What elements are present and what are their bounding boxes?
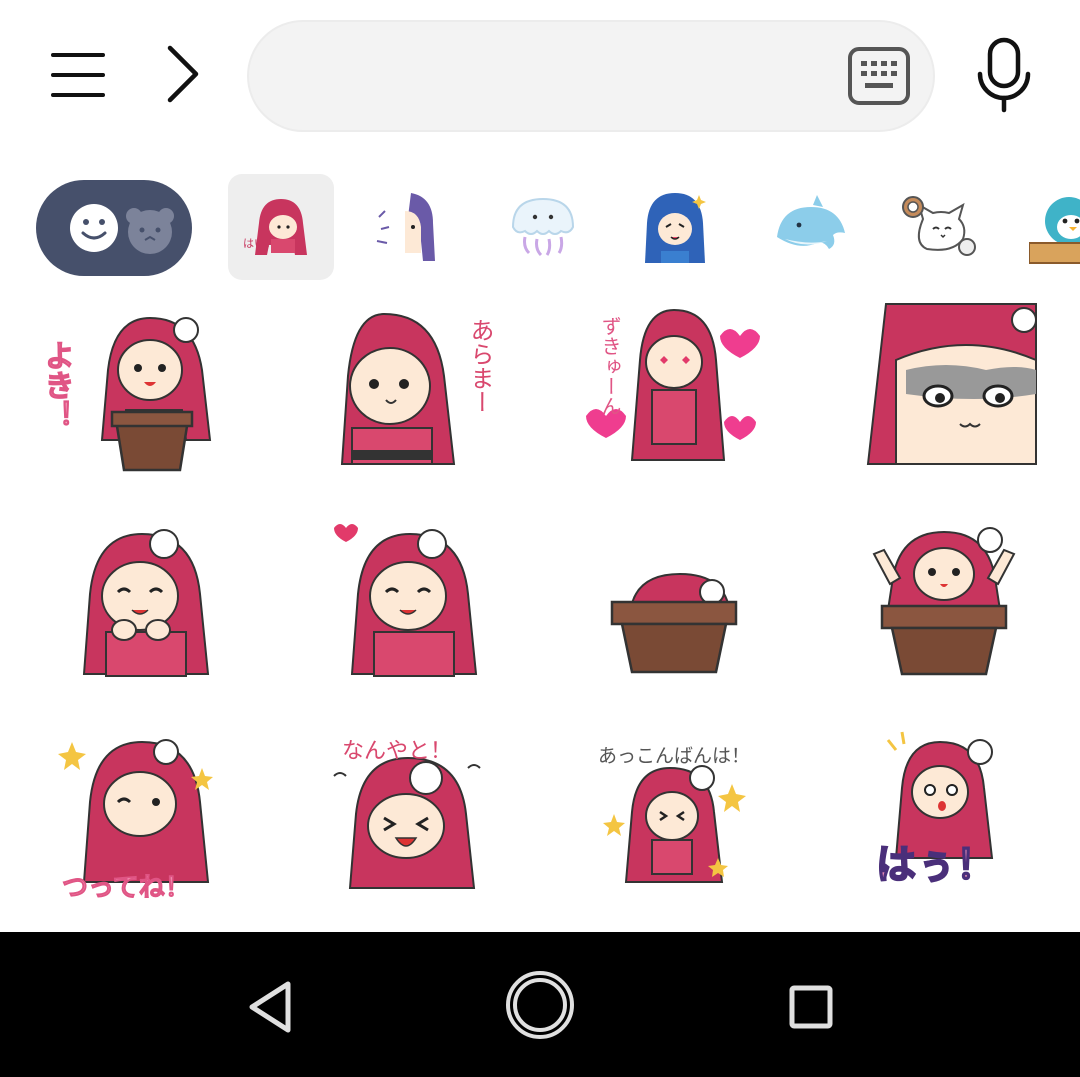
penguin-sticker-pack-icon: [1029, 197, 1080, 264]
sticker-item[interactable]: つってね！: [54, 728, 254, 918]
sticker-item[interactable]: あらまー: [306, 300, 506, 490]
hamburger-line: [51, 73, 105, 77]
keyboard-icon: [848, 47, 910, 105]
keyboard-toolbar: [0, 0, 1080, 150]
chevron-right-icon: [167, 45, 199, 103]
sticker-text: つってね！: [62, 873, 191, 903]
dolphin-sticker-pack-icon: [777, 195, 845, 249]
sticker-item[interactable]: なんやと！: [318, 728, 518, 918]
sticker-search-input[interactable]: [247, 20, 935, 132]
sticker-happy-hands: [82, 529, 210, 677]
nav-home-button[interactable]: [503, 968, 577, 1042]
sticker-suki-hearts: ずきゅーん: [586, 308, 760, 461]
sticker-arama: あらまー: [340, 312, 494, 465]
blue-hair-girl-sticker-pack-icon: [645, 193, 706, 263]
sticker-hau-surprised: はぅ！: [875, 731, 997, 889]
sticker-arms-up-pot: [872, 527, 1016, 676]
sticker-akkonbanwa: あっこんばんは！: [598, 745, 750, 883]
hamburger-menu-icon: [51, 53, 105, 57]
smiley-face-icon: [70, 204, 118, 252]
sticker-nanyato: なんやと！: [333, 739, 481, 889]
sticker-hiding-in-pot: [610, 572, 738, 674]
microphone-icon: [977, 37, 1031, 113]
nav-recent-apps-button[interactable]: [776, 972, 846, 1042]
emoji-sticker-toggle[interactable]: [36, 180, 192, 276]
home-circle-icon: [506, 971, 574, 1039]
sticker-pack-tab[interactable]: [490, 174, 596, 280]
sticker-item[interactable]: [54, 514, 254, 704]
sticker-item[interactable]: [322, 514, 522, 704]
sticker-grid: よき！ あらまー ずきゅーん つってね！ なんやと！ あっこんばんは！ はぅ！: [0, 292, 1080, 932]
menu-button[interactable]: [40, 40, 116, 110]
toggle-icons: [70, 204, 174, 254]
purple-hair-girl-sticker-pack-icon: [376, 193, 435, 261]
sticker-pack-tab[interactable]: [1016, 174, 1080, 280]
sticker-item[interactable]: [590, 514, 790, 704]
sticker-text: あっこんばんは！: [598, 745, 750, 767]
sticker-item[interactable]: [860, 514, 1060, 704]
jellyfish-sticker-pack-icon: [511, 197, 575, 257]
sticker-happy-heart: [334, 524, 478, 677]
sticker-item[interactable]: よき！: [38, 300, 238, 490]
sticker-text: ずきゅーん: [598, 316, 622, 416]
sticker-pack-tab[interactable]: [352, 174, 458, 280]
sticker-item[interactable]: ずきゅーん: [580, 300, 780, 490]
sticker-pack-tab[interactable]: [888, 174, 994, 280]
white-cat-sticker-pack-icon: [902, 196, 976, 256]
sticker-pack-tab[interactable]: [622, 174, 728, 280]
sticker-yoshi-pot: よき！: [38, 316, 212, 472]
sticker-pack-tabs: はい。: [0, 170, 1080, 288]
sticker-item[interactable]: あっこんばんは！: [592, 728, 792, 918]
recent-apps-square-icon: [789, 985, 833, 1029]
voice-input-button[interactable]: [968, 34, 1040, 114]
back-triangle-icon: [249, 981, 291, 1033]
sticker-text: なんやと！: [342, 739, 452, 764]
pack-tab-text: はい。: [243, 237, 276, 250]
nav-back-button[interactable]: [236, 972, 306, 1042]
sticker-item[interactable]: はぅ！: [870, 728, 1070, 918]
system-navigation-bar: [0, 932, 1080, 1077]
sticker-text: よき！: [39, 340, 74, 430]
sticker-item[interactable]: [856, 300, 1056, 490]
sticker-text: はぅ！: [876, 842, 996, 888]
bear-face-icon: [126, 208, 174, 254]
sticker-pack-tab[interactable]: はい。: [228, 174, 334, 280]
sticker-text: あらまー: [466, 318, 494, 414]
sticker-tsuttene-wink: つってね！: [58, 739, 213, 904]
red-hair-girl-sticker-pack-icon: はい。: [243, 199, 307, 255]
sticker-pack-tab[interactable]: [758, 174, 864, 280]
expand-button[interactable]: [150, 36, 214, 112]
hamburger-line: [51, 93, 105, 97]
keyboard-switch-button[interactable]: [847, 46, 911, 106]
sticker-smug-face: [866, 303, 1037, 465]
